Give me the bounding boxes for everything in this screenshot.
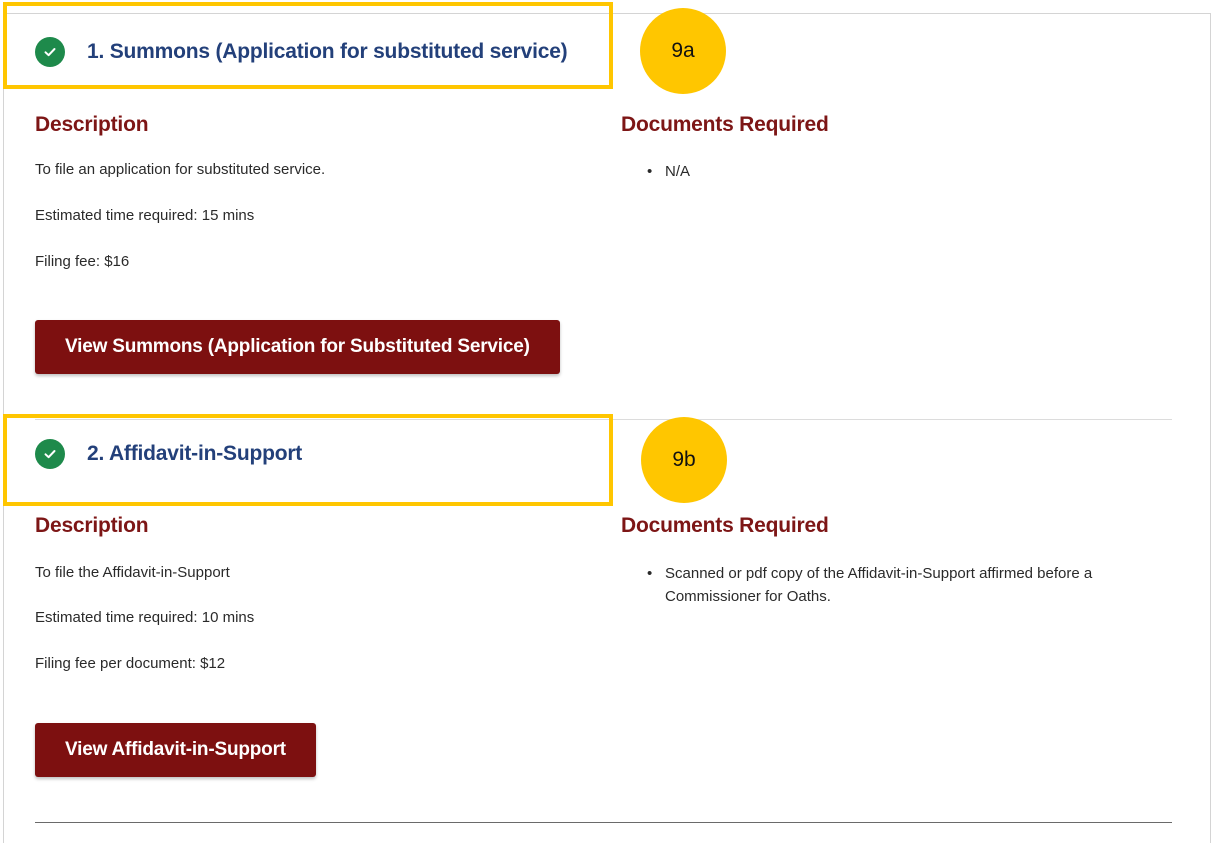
document-item: Scanned or pdf copy of the Affidavit-in-… <box>645 562 1175 608</box>
step-1-description-heading: Description <box>35 113 149 136</box>
step-1-documents-list: N/A <box>645 160 1175 183</box>
step-2-description: To file the Affidavit-in-Support <box>35 564 230 581</box>
step-1-time: Estimated time required: 15 mins <box>35 207 255 224</box>
step-2-title[interactable]: 2. Affidavit-in-Support <box>87 442 302 466</box>
step-1-title-row: 1. Summons (Application for substituted … <box>35 37 568 67</box>
step-1-title[interactable]: 1. Summons (Application for substituted … <box>87 40 568 64</box>
check-circle-icon <box>35 37 65 67</box>
step-2-documents-heading: Documents Required <box>621 514 829 537</box>
bottom-divider <box>35 822 1172 823</box>
step-1-fee: Filing fee: $16 <box>35 253 130 270</box>
step-2-documents-list: Scanned or pdf copy of the Affidavit-in-… <box>645 562 1175 608</box>
document-item: N/A <box>645 160 1175 183</box>
view-affidavit-button[interactable]: View Affidavit-in-Support <box>35 723 316 777</box>
step-2-description-heading: Description <box>35 514 149 537</box>
view-summons-button[interactable]: View Summons (Application for Substitute… <box>35 320 560 374</box>
step-2-fee: Filing fee per document: $12 <box>35 655 226 672</box>
step-1-description: To file an application for substituted s… <box>35 161 326 178</box>
check-circle-icon <box>35 439 65 469</box>
callout-9b: 9b <box>641 417 727 503</box>
step-1-documents-heading: Documents Required <box>621 113 829 136</box>
step-2-title-row: 2. Affidavit-in-Support <box>35 439 302 469</box>
step-2-time: Estimated time required: 10 mins <box>35 609 255 626</box>
callout-9a: 9a <box>640 8 726 94</box>
